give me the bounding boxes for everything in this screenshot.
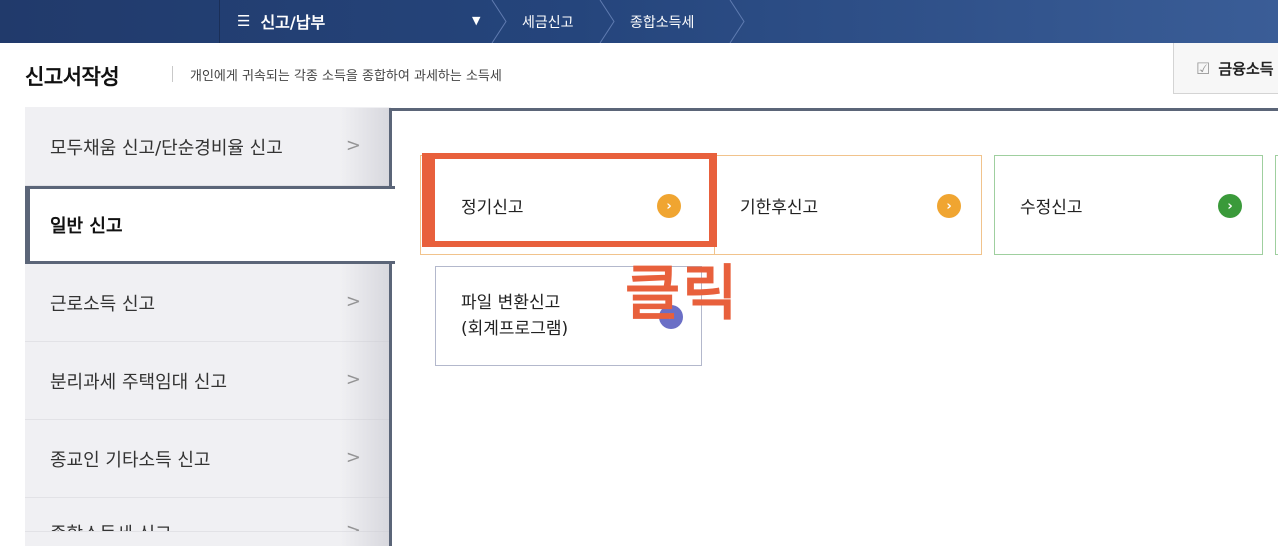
sidebar-item-label: 일반 신고 [50, 216, 123, 237]
chevron-right-icon: > [345, 135, 361, 156]
card-label-line1: 파일 변환신고 [461, 293, 561, 313]
breadcrumb-separator-icon [490, 0, 508, 43]
amended-filing-card[interactable]: 수정신고 › [994, 155, 1263, 255]
card-label-group: 파일 변환신고 (회계프로그램) [461, 290, 568, 342]
hamburger-icon: ☰ [237, 12, 251, 30]
regular-filing-card[interactable]: 정기신고 › [420, 155, 716, 255]
financial-income-label: 금융소득 [1218, 59, 1274, 78]
arrow-right-circle-icon: › [1218, 194, 1242, 218]
sidebar-item-earned-income[interactable]: 근로소득 신고 > [25, 264, 391, 342]
top-nav-bar: ☰ 신고/납부 ▼ 세금신고 종합소득세 [0, 0, 1278, 43]
sidebar-item-all-filled[interactable]: 모두채움 신고/단순경비율 신고 > [25, 108, 391, 186]
panel-border-top [389, 108, 1278, 111]
arrow-right-circle-icon: › [657, 194, 681, 218]
card-label: 정기신고 [461, 197, 524, 218]
sidebar-item-housing-rental[interactable]: 분리과세 주택임대 신고 > [25, 342, 391, 420]
breadcrumb-income-tax[interactable]: 종합소득세 [630, 12, 694, 32]
breadcrumb-tax-report[interactable]: 세금신고 [522, 12, 574, 32]
dropdown-caret-icon[interactable]: ▼ [472, 14, 480, 27]
checkbox-icon: ☑ [1196, 58, 1211, 78]
click-annotation-label: 클릭 [625, 259, 740, 329]
sidebar-item-general[interactable]: 일반 신고 [25, 186, 395, 264]
page-title: 신고서작성 [25, 65, 120, 89]
sidebar-item-religious[interactable]: 종교인 기타소득 신고 > [25, 420, 391, 498]
panel-border-left-bottom [389, 264, 392, 546]
menu-button[interactable]: ☰ 신고/납부 [237, 9, 325, 33]
sidebar-item-label: 분리과세 주택임대 신고 [50, 371, 228, 393]
page-description: 개인에게 귀속되는 각종 소득을 종합하여 과세하는 소득세 [190, 69, 502, 84]
breadcrumb-separator-icon [728, 0, 746, 43]
chevron-right-icon: > [345, 447, 361, 468]
late-filing-card[interactable]: 기한후신고 › [714, 155, 982, 255]
panel-border-left-top [389, 108, 392, 186]
sidebar-item-label: 근로소득 신고 [50, 293, 156, 315]
sidebar-item-label: 모두채움 신고/단순경비율 신고 [50, 137, 283, 159]
card-label: 수정신고 [1020, 197, 1083, 218]
chevron-right-icon: > [345, 369, 361, 390]
card-label-line2: (회계프로그램) [461, 319, 569, 339]
sidebar-item-label: 종교인 기타소득 신고 [50, 449, 211, 471]
sidebar-item-label: 종합소득세 신고 [50, 520, 172, 531]
nav-left-area [0, 0, 220, 43]
card-label: 기한후신고 [740, 197, 819, 218]
menu-label: 신고/납부 [260, 13, 326, 32]
sidebar-item-partial[interactable]: 종합소득세 신고 > [25, 498, 391, 532]
chevron-right-icon: > [345, 520, 361, 532]
arrow-right-circle-icon: › [937, 194, 961, 218]
breadcrumb-separator-icon [598, 0, 616, 43]
chevron-right-icon: > [345, 291, 361, 312]
title-divider [172, 66, 173, 82]
financial-income-button[interactable]: ☑ 금융소득 [1173, 43, 1278, 94]
